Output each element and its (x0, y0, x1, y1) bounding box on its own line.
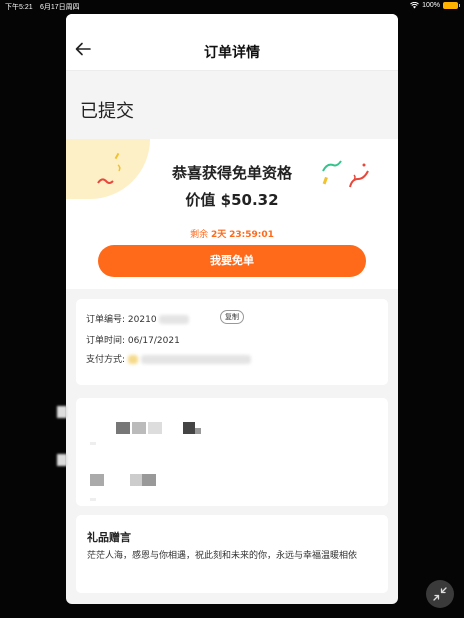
order-detail-sheet: 订单详情 已提交 恭喜获得免单资格 价值 $50.32 剩余 2天 23:59:… (66, 14, 398, 604)
redacted-item-block (148, 422, 162, 434)
redacted-item-block (130, 474, 142, 486)
navbar: 订单详情 (66, 14, 398, 71)
battery-icon (443, 2, 460, 9)
redacted-payment-method (140, 355, 251, 364)
redacted-item-block (142, 474, 156, 486)
order-number-value: 20210 (127, 315, 157, 325)
copy-order-number-button[interactable]: 复制 (220, 310, 244, 324)
order-time-value: 06/17/2021 (127, 336, 180, 346)
redacted-item-block (195, 428, 201, 434)
redacted-order-number (159, 315, 190, 324)
free-order-reward-card: 恭喜获得免单资格 价值 $50.32 剩余 2天 23:59:01 我要免单 (66, 139, 398, 289)
claim-free-order-button[interactable]: 我要免单 (98, 245, 366, 277)
status-bar: 下午5:21 6月17日周四 100% (0, 0, 464, 12)
redacted-payment-icon (127, 355, 138, 364)
redacted-item-block (132, 422, 146, 434)
redacted-item-block (90, 498, 96, 501)
order-info-card: 订单编号: 20210 复制 订单时间: 06/17/2021 支付方式: (76, 299, 388, 385)
reward-title: 恭喜获得免单资格 (171, 164, 292, 182)
countdown: 剩余 2天 23:59:01 (66, 227, 398, 240)
gift-message-card: 礼品赠言 茫茫人海，感恩与你相遇，祝此刻和未来的你，永远与幸福温暖相依 (76, 515, 388, 593)
countdown-time: 23:59:01 (229, 230, 274, 240)
status-right: 100% (410, 2, 460, 9)
countdown-days: 2天 (210, 230, 227, 240)
redacted-item-block (90, 474, 104, 486)
redacted-item-block (90, 442, 96, 445)
order-number-label: 订单编号: (86, 315, 126, 325)
redacted-side-mark (57, 454, 67, 466)
status-date: 6月17日周四 (40, 4, 80, 11)
redacted-item-block (116, 422, 130, 434)
reward-value: 价值 $50.32 (66, 189, 398, 210)
reward-value-label: 价值 (185, 191, 216, 209)
order-time-row: 订单时间: 06/17/2021 (86, 333, 180, 346)
order-number-row: 订单编号: 20210 (86, 312, 190, 325)
reward-value-amount: $50.32 (220, 191, 279, 209)
redacted-side-mark (57, 406, 67, 418)
minimize-arrows-icon (433, 587, 447, 601)
minimize-button[interactable] (426, 580, 454, 608)
battery-percent: 100% (422, 2, 440, 9)
order-status: 已提交 (80, 101, 134, 122)
goods-card (76, 398, 388, 506)
payment-method-row: 支付方式: (86, 352, 251, 365)
gift-message-title: 礼品赠言 (87, 531, 131, 544)
redacted-item-block (183, 422, 195, 434)
wifi-icon (410, 2, 419, 9)
gift-message-text: 茫茫人海，感恩与你相遇，祝此刻和未来的你，永远与幸福温暖相依 (87, 551, 358, 561)
payment-method-label: 支付方式: (86, 355, 126, 365)
status-time: 下午5:21 (5, 4, 33, 11)
countdown-prefix: 剩余 (190, 230, 209, 240)
page-title: 订单详情 (204, 45, 260, 61)
order-time-label: 订单时间: (86, 336, 126, 346)
